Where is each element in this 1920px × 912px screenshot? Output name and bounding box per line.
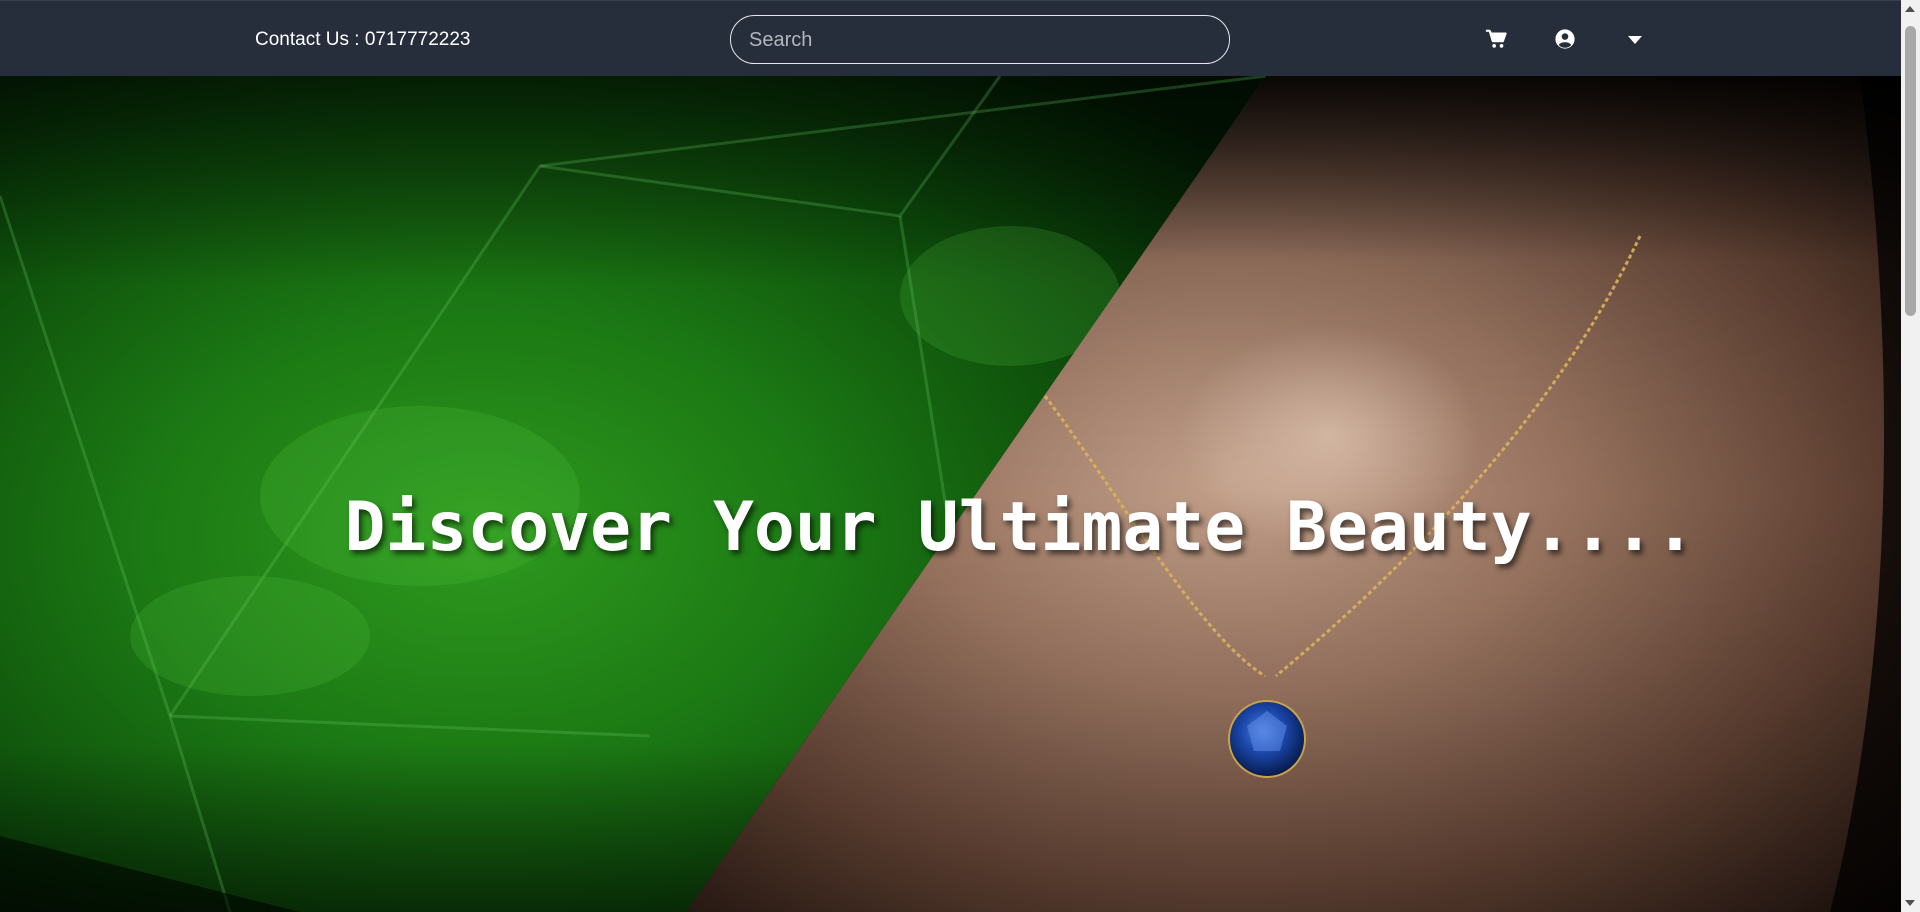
search-input[interactable] (747, 16, 1211, 65)
cart-icon[interactable] (1485, 28, 1507, 50)
scrollbar-thumb[interactable] (1905, 26, 1916, 316)
hero-title: Discover Your Ultimate Beauty.... (344, 488, 1696, 567)
contact-text: Contact Us : 0717772223 (255, 29, 471, 50)
scroll-down-icon[interactable] (1905, 900, 1915, 906)
caret-down-icon[interactable] (1625, 33, 1645, 47)
scroll-up-icon[interactable] (1905, 6, 1915, 12)
page-scrollbar[interactable] (1901, 0, 1920, 912)
search-box[interactable] (730, 15, 1230, 65)
page: Contact Us : 0717772223 Search Discover … (0, 0, 1920, 912)
top-navbar: Contact Us : 0717772223 (0, 0, 1901, 76)
user-circle-icon[interactable] (1554, 28, 1576, 50)
hero-banner: Discover Your Ultimate Beauty.... (0, 76, 1901, 912)
